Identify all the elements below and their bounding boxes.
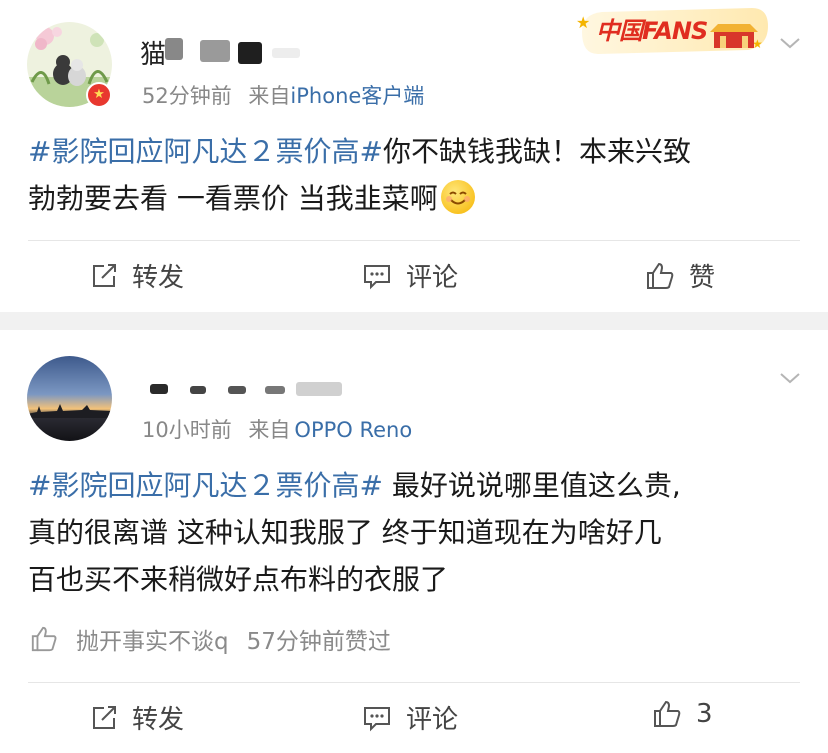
post-source[interactable]: iPhone客户端 [290,84,424,108]
repost-label: 转发 [132,705,185,735]
username-redacted [238,42,262,64]
svg-text:★: ★ [576,13,590,32]
username-redacted [200,40,230,62]
divider [28,682,800,683]
like-button[interactable]: 赞 [645,257,715,294]
comment-button[interactable]: 评论 [362,699,458,736]
liked-by-time: 57分钟前赞过 [246,629,391,655]
post-time: 10小时前 [142,418,232,442]
username-redacted [165,38,183,60]
repost-icon [93,263,116,287]
comment-label: 评论 [406,705,459,735]
repost-label: 转发 [132,263,185,293]
username-redacted[interactable] [150,384,168,394]
liked-by-line: 抛开事实不谈q 57分钟前赞过 [30,622,391,656]
username-redacted [190,386,206,394]
like-count: 3 [696,699,713,729]
username[interactable]: 猫 [140,34,166,71]
hashtag-link[interactable]: #影院回应阿凡达２票价高# [28,135,383,168]
post-source[interactable]: OPPO Reno [294,418,412,442]
chevron-down-icon[interactable] [779,36,801,50]
comment-button[interactable]: 评论 [362,257,458,294]
post-time: 52分钟前 [142,84,232,108]
thumbs-up-icon [647,262,674,289]
repost-button[interactable]: 转发 [90,699,184,736]
chevron-down-icon[interactable] [779,371,801,385]
username-redacted [272,48,300,58]
post-text: 百也买不来稍微好点布料的衣服了 [28,563,449,596]
comment-icon [364,264,390,289]
like-label: 赞 [689,263,716,293]
repost-icon [93,705,116,729]
like-button[interactable]: 3 [652,699,713,729]
username-redacted [265,386,285,394]
thumbs-up-icon [654,700,681,727]
hashtag-link[interactable]: #影院回应阿凡达２票价高# [28,469,383,502]
post-text: 你不缺钱我缺！本来兴致 [382,135,691,168]
fans-badge-text: 中国FANS [596,17,708,45]
post-meta: 10小时前 来自 OPPO Reno [142,414,412,444]
post-text: 勃勃要去看 一看票价 当我韭菜啊 [28,182,438,215]
username-redacted [296,382,342,396]
comment-icon [364,706,390,731]
post-separator [0,312,828,330]
thumbs-up-icon [31,626,57,652]
post-text: 真的很离谱 这种认知我服了 终于知道现在为啥好几 [28,516,662,549]
from-label: 来自 [248,418,291,442]
china-fans-badge: ★ ★ 中国FANS [572,2,772,60]
smile-emoji-icon [440,180,475,214]
weibo-post-1: ★ 猫 52分钟前 来自iPhone客户端 ★ ★ 中国FANS #影院回应阿凡… [0,0,828,312]
from-label: 来自 [248,84,291,108]
post-text: 最好说说哪里值这么贵, [382,469,681,502]
liked-by-user[interactable]: 抛开事实不谈q [76,622,229,656]
repost-button[interactable]: 转发 [90,257,184,294]
verified-badge-icon: ★ [86,82,112,108]
username-redacted [228,386,246,394]
post-content: #影院回应阿凡达２票价高#你不缺钱我缺！本来兴致 勃勃要去看 一看票价 当我韭菜… [28,128,808,222]
comment-label: 评论 [406,263,459,293]
divider [28,240,800,241]
post-content: #影院回应阿凡达２票价高# 最好说说哪里值这么贵, 真的很离谱 这种认知我服了 … [28,462,808,603]
user-avatar[interactable] [27,356,112,441]
post-meta: 52分钟前 来自iPhone客户端 [142,80,424,110]
